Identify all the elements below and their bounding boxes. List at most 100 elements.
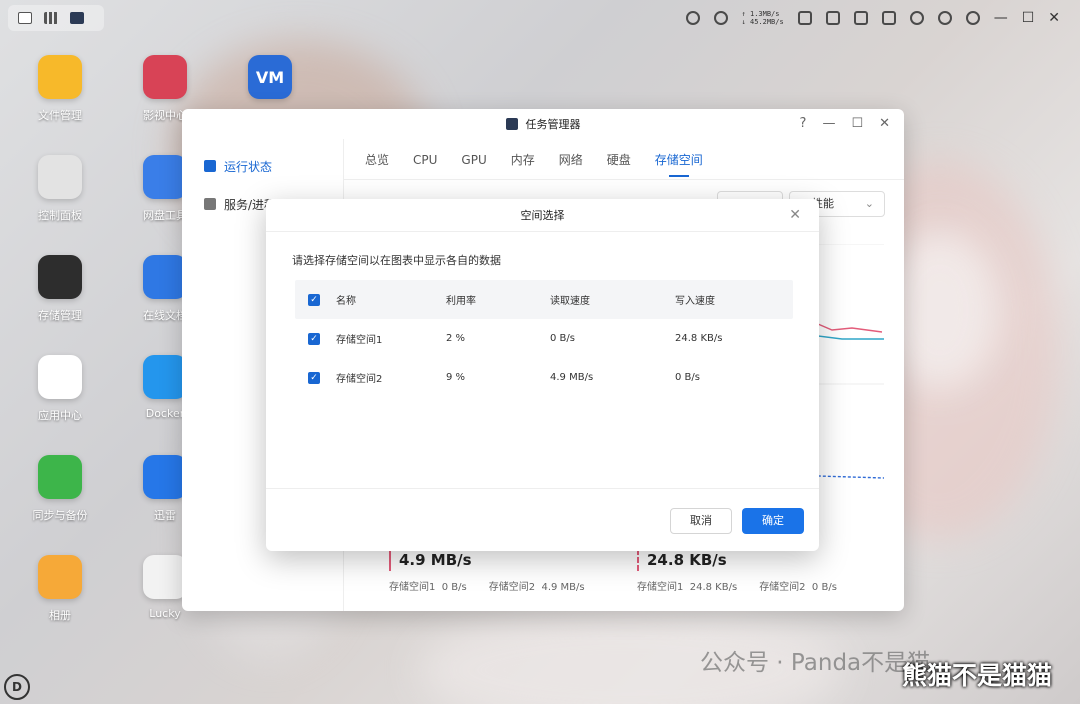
table-row[interactable]: ✓ 存储空间2 9 % 4.9 MB/s 0 B/s: [295, 358, 793, 397]
space-select-dialog: 空间选择 ✕ 请选择存储空间以在图表中显示各自的数据 ✓ 名称 利用率 读取速度…: [266, 199, 819, 551]
task-manager-taskbar-icon[interactable]: [70, 12, 84, 24]
stat-label: 存储空间1: [389, 582, 436, 593]
cell-name: 存储空间2: [336, 374, 383, 385]
dialog-titlebar: 空间选择 ✕: [266, 199, 819, 232]
maximize-icon[interactable]: ☐: [1022, 10, 1035, 26]
film-icon: [143, 55, 187, 99]
app-center-icon: [38, 355, 82, 399]
maximize-icon[interactable]: ☐: [851, 116, 863, 131]
column-header-write: 写入速度: [675, 296, 715, 307]
column-header-name: 名称: [336, 296, 356, 307]
tab-disk[interactable]: 硬盘: [607, 145, 631, 177]
cpu-gauge-icon[interactable]: [685, 11, 700, 25]
system-tray: ↑ 1.3MB/s ↓ 45.2MB/s — ☐ ✕: [685, 8, 1060, 28]
desktop-app-label: 应用中心: [38, 409, 82, 422]
minimize-icon[interactable]: —: [822, 116, 835, 131]
help-icon[interactable]: ?: [800, 116, 807, 131]
tab-gpu[interactable]: GPU: [461, 145, 486, 177]
cancel-button[interactable]: 取消: [670, 508, 732, 534]
cell-name: 存储空间1: [336, 335, 383, 346]
close-icon[interactable]: ✕: [1048, 10, 1060, 26]
stat-value: 0 B/s: [811, 582, 837, 593]
vm-icon: VM: [248, 55, 292, 99]
stat-value: 0 B/s: [441, 582, 467, 593]
stat-label: 存储空间2: [488, 582, 536, 593]
storage-icon[interactable]: [797, 11, 812, 25]
process-icon: [204, 198, 216, 210]
desktop-app-label: 相册: [49, 609, 71, 622]
close-icon[interactable]: ✕: [879, 116, 890, 131]
row-checkbox[interactable]: ✓: [308, 371, 320, 384]
doc-icon: [143, 255, 187, 299]
search-icon[interactable]: [937, 11, 952, 25]
desktop-icon[interactable]: [18, 12, 32, 24]
thunder-icon: [143, 455, 187, 499]
storage-icon: [38, 255, 82, 299]
minimize-icon[interactable]: —: [994, 10, 1008, 26]
cell-usage: 2 %: [446, 333, 466, 344]
task-manager-titlebar[interactable]: 任务管理器 ? — ☐ ✕: [182, 109, 904, 139]
desktop-app-sliders[interactable]: 控制面板: [25, 155, 95, 223]
window-title: 任务管理器: [525, 118, 581, 131]
dialog-title: 空间选择: [520, 209, 565, 222]
tab-overview[interactable]: 总览: [365, 145, 389, 177]
folder-icon: [38, 55, 82, 99]
taskbar-launcher: [8, 5, 104, 31]
desktop-app-vm[interactable]: VM: [235, 55, 305, 107]
write-speed-panel: 24.8 KB/s 存储空间1 24.8 KB/s 存储空间2 0 B/s: [637, 549, 837, 593]
tab-storage-space[interactable]: 存储空间: [655, 145, 703, 177]
dialog-footer-divider: [266, 488, 819, 489]
stat-label: 存储空间2: [759, 582, 806, 593]
dk-logo-icon: D: [4, 674, 30, 700]
chevron-down-icon: ⌄: [864, 197, 874, 210]
tab-bar: 总览 CPU GPU 内存 网络 硬盘 存储空间: [365, 145, 703, 177]
upload-speed: ↑ 1.3MB/s: [741, 10, 780, 18]
clipboard-icon[interactable]: [825, 11, 840, 25]
read-speed-value: 4.9 MB/s: [389, 549, 585, 571]
cloud-drive-icon: [143, 155, 187, 199]
desktop-app-app-center[interactable]: 应用中心: [25, 355, 95, 423]
desktop-app-album[interactable]: 相册: [25, 555, 95, 623]
sync-icon: [38, 455, 82, 499]
read-speed-panel: 4.9 MB/s 存储空间1 0 B/s 存储空间2 4.9 MB/s: [389, 549, 585, 593]
table-header: ✓ 名称 利用率 读取速度 写入速度: [295, 280, 793, 319]
network-speed[interactable]: ↑ 1.3MB/s ↓ 45.2MB/s: [742, 10, 784, 26]
tab-memory[interactable]: 内存: [511, 145, 535, 177]
bell-icon[interactable]: [909, 11, 924, 25]
cell-write: 0 B/s: [675, 372, 700, 383]
tab-cpu[interactable]: CPU: [413, 145, 437, 177]
select-all-checkbox[interactable]: ✓: [308, 293, 320, 306]
docker-icon: [143, 355, 187, 399]
column-header-usage: 利用率: [446, 296, 476, 307]
sidebar-item-label: 运行状态: [224, 159, 273, 174]
desktop-app-label: 控制面板: [38, 209, 82, 222]
desktop-app-folder[interactable]: 文件管理: [25, 55, 95, 123]
desktop-app-storage[interactable]: 存储管理: [25, 255, 95, 323]
list-icon[interactable]: [881, 11, 896, 25]
stat-value: 4.9 MB/s: [541, 582, 585, 593]
desktop-app-label: 存储管理: [38, 309, 82, 322]
sliders-icon: [38, 155, 82, 199]
sidebar-item-run-status[interactable]: 运行状态: [182, 147, 343, 185]
cell-usage: 9 %: [446, 372, 466, 383]
user-icon[interactable]: [965, 11, 980, 25]
monitor-icon[interactable]: [853, 11, 868, 25]
close-icon[interactable]: ✕: [789, 199, 801, 232]
column-header-read: 读取速度: [550, 296, 590, 307]
cell-read: 4.9 MB/s: [550, 372, 594, 383]
row-checkbox[interactable]: ✓: [308, 332, 320, 345]
download-speed: ↓ 45.2MB/s: [741, 18, 784, 26]
apps-grid-icon[interactable]: [44, 12, 58, 24]
desktop-app-label: 同步与备份: [32, 509, 88, 522]
stat-value: 24.8 KB/s: [689, 582, 738, 593]
lucky-icon: [143, 555, 187, 599]
dialog-description: 请选择存储空间以在图表中显示各自的数据: [292, 254, 501, 267]
table-row[interactable]: ✓ 存储空间1 2 % 0 B/s 24.8 KB/s: [295, 319, 793, 358]
confirm-button[interactable]: 确定: [742, 508, 804, 534]
cell-read: 0 B/s: [550, 333, 575, 344]
album-icon: [38, 555, 82, 599]
ram-gauge-icon[interactable]: [713, 11, 728, 25]
tab-network[interactable]: 网络: [559, 145, 583, 177]
desktop-app-sync[interactable]: 同步与备份: [25, 455, 95, 523]
desktop-app-label: 文件管理: [38, 109, 82, 122]
